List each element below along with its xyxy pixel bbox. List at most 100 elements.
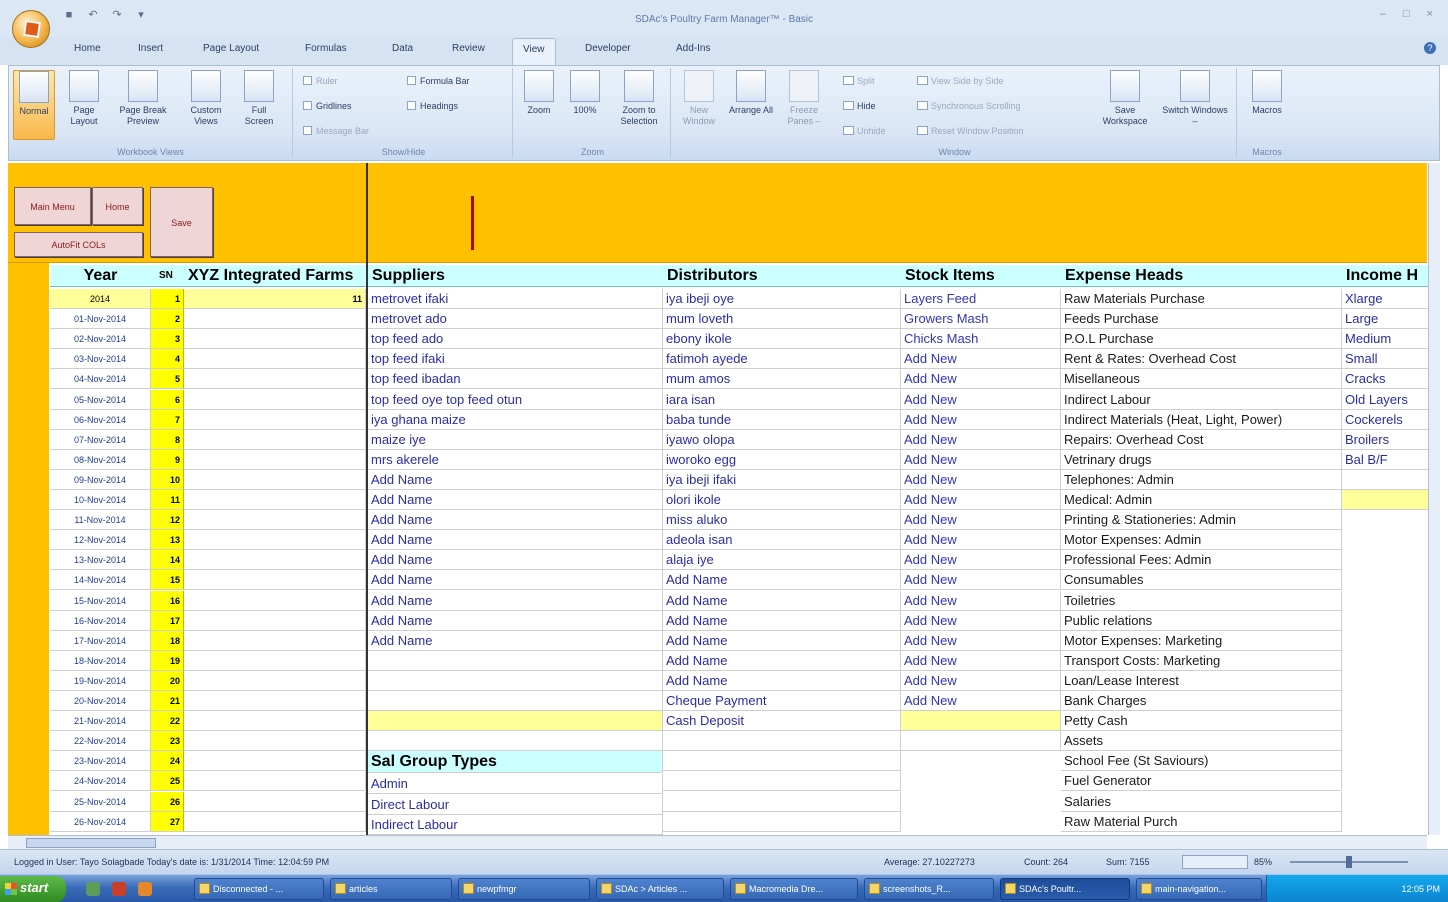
empty-cell[interactable] bbox=[184, 409, 366, 430]
distributor-cell[interactable]: Add Name bbox=[663, 670, 901, 691]
synchronous-scrolling-button[interactable]: Synchronous Scrolling bbox=[917, 101, 1021, 111]
expense-head-cell[interactable]: Consumables bbox=[1061, 570, 1342, 591]
date-cell[interactable]: 19-Nov-2014 bbox=[50, 670, 151, 691]
empty-cell[interactable] bbox=[184, 771, 366, 792]
date-cell[interactable]: 04-Nov-2014 bbox=[50, 369, 151, 390]
tab-formulas[interactable]: Formulas bbox=[305, 43, 347, 54]
sal-group-item[interactable]: Indirect Labour bbox=[368, 814, 663, 835]
date-cell[interactable]: 06-Nov-2014 bbox=[50, 409, 151, 430]
distributor-cell[interactable]: iyawo olopa bbox=[663, 429, 901, 450]
distributor-cell[interactable]: ebony ikole bbox=[663, 329, 901, 350]
stock-item-cell[interactable]: Add New bbox=[901, 389, 1061, 410]
empty-cell[interactable] bbox=[663, 731, 901, 752]
stock-item-cell[interactable]: Add New bbox=[901, 590, 1061, 611]
main-menu-button[interactable]: Main Menu bbox=[14, 187, 91, 225]
income-head-cell[interactable]: Medium bbox=[1342, 329, 1428, 350]
stock-item-cell[interactable]: Add New bbox=[901, 610, 1061, 631]
supplier-cell[interactable]: Add Name bbox=[368, 469, 663, 490]
taskbar-item[interactable]: newpfmgr bbox=[458, 878, 590, 900]
date-cell[interactable]: 15-Nov-2014 bbox=[50, 590, 151, 611]
supplier-cell[interactable]: top feed ifaki bbox=[368, 349, 663, 370]
col-header-stock-items[interactable]: Stock Items bbox=[901, 265, 1061, 287]
distributor-cell[interactable]: iworoko egg bbox=[663, 449, 901, 470]
scroll-thumb[interactable] bbox=[26, 838, 156, 848]
income-head-cell[interactable]: Cockerels bbox=[1342, 410, 1428, 430]
expense-head-cell[interactable]: Raw Materials Purchase bbox=[1061, 289, 1342, 309]
zoom-slider-handle[interactable] bbox=[1346, 856, 1352, 868]
expense-head-cell[interactable]: Indirect Labour bbox=[1061, 389, 1342, 410]
start-button[interactable]: start bbox=[0, 876, 66, 902]
stock-item-cell[interactable]: Add New bbox=[901, 650, 1061, 671]
col-header-suppliers[interactable]: Suppliers bbox=[368, 265, 663, 287]
supplier-cell[interactable]: Add Name bbox=[368, 510, 663, 531]
empty-cell[interactable] bbox=[901, 711, 1061, 732]
empty-cell[interactable] bbox=[184, 590, 366, 611]
distributor-cell[interactable]: adeola isan bbox=[663, 530, 901, 551]
distributor-cell[interactable]: iara isan bbox=[663, 389, 901, 410]
freeze-panes-button[interactable]: Freeze Panes – bbox=[779, 70, 829, 127]
expense-head-cell[interactable]: Printing & Stationeries: Admin bbox=[1061, 510, 1342, 531]
empty-cell[interactable] bbox=[184, 791, 366, 812]
supplier-cell[interactable]: Add Name bbox=[368, 590, 663, 611]
date-cell[interactable]: 22-Nov-2014 bbox=[50, 731, 151, 752]
sn-cell[interactable]: 5 bbox=[151, 369, 184, 390]
expense-head-cell[interactable]: Repairs: Overhead Cost bbox=[1061, 429, 1342, 450]
help-icon[interactable]: ? bbox=[1424, 42, 1436, 54]
quicklaunch-icon[interactable] bbox=[138, 882, 152, 896]
distributor-cell[interactable]: Add Name bbox=[663, 570, 901, 591]
date-cell[interactable]: 21-Nov-2014 bbox=[50, 711, 151, 732]
distributor-cell[interactable]: baba tunde bbox=[663, 409, 901, 430]
distributor-cell[interactable]: Add Name bbox=[663, 650, 901, 671]
page-break-preview-button[interactable]: Page Break Preview bbox=[111, 70, 175, 127]
tab-view[interactable]: View bbox=[512, 38, 556, 65]
expense-head-cell[interactable]: Public relations bbox=[1061, 610, 1342, 631]
empty-cell[interactable] bbox=[663, 791, 901, 812]
supplier-cell[interactable]: Add Name bbox=[368, 490, 663, 510]
sn-cell[interactable]: 12 bbox=[151, 510, 184, 531]
distributor-cell[interactable]: olori ikole bbox=[663, 490, 901, 510]
date-cell[interactable]: 16-Nov-2014 bbox=[50, 610, 151, 631]
date-cell[interactable]: 13-Nov-2014 bbox=[50, 550, 151, 571]
autofit-cols-button[interactable]: AutoFit COLs bbox=[14, 232, 143, 257]
empty-cell[interactable] bbox=[184, 369, 366, 390]
tab-add-ins[interactable]: Add-Ins bbox=[676, 43, 710, 54]
quicklaunch-icon[interactable] bbox=[112, 882, 126, 896]
distributor-cell[interactable]: mum loveth bbox=[663, 309, 901, 330]
income-head-cell[interactable]: Old Layers bbox=[1342, 390, 1428, 410]
sn-cell[interactable]: 19 bbox=[151, 650, 184, 671]
expense-head-cell[interactable]: Feeds Purchase bbox=[1061, 309, 1342, 330]
empty-cell[interactable] bbox=[184, 530, 366, 551]
empty-cell[interactable] bbox=[663, 751, 901, 772]
col-header-expense-heads[interactable]: Expense Heads bbox=[1061, 265, 1342, 287]
sn-cell[interactable]: 9 bbox=[151, 449, 184, 470]
supplier-cell[interactable]: Add Name bbox=[368, 530, 663, 551]
gridlines-checkbox[interactable]: Gridlines bbox=[303, 101, 352, 111]
sn-cell[interactable]: 6 bbox=[151, 389, 184, 410]
sal-group-item[interactable]: Admin bbox=[368, 774, 663, 795]
sn-cell[interactable]: 16 bbox=[151, 590, 184, 611]
stock-item-cell[interactable]: Growers Mash bbox=[901, 309, 1061, 330]
sn-cell[interactable]: 20 bbox=[151, 670, 184, 691]
taskbar-item[interactable]: articles bbox=[330, 878, 452, 900]
ruler-checkbox[interactable]: Ruler bbox=[303, 76, 338, 86]
stock-item-cell[interactable]: Add New bbox=[901, 369, 1061, 390]
supplier-cell[interactable]: mrs akerele bbox=[368, 449, 663, 470]
date-cell[interactable]: 05-Nov-2014 bbox=[50, 389, 151, 410]
supplier-cell[interactable]: metrovet ifaki bbox=[368, 289, 663, 309]
taskbar-item[interactable]: SDAc > Articles ... bbox=[596, 878, 724, 900]
expense-head-cell[interactable]: Toiletries bbox=[1061, 590, 1342, 611]
distributor-cell[interactable]: Cash Deposit bbox=[663, 711, 901, 732]
sn-cell[interactable]: 26 bbox=[151, 791, 184, 812]
empty-cell[interactable] bbox=[368, 731, 663, 752]
supplier-cell[interactable]: metrovet ado bbox=[368, 309, 663, 330]
empty-cell[interactable] bbox=[368, 670, 663, 691]
arrange-all-button[interactable]: Arrange All bbox=[727, 70, 775, 116]
date-cell[interactable]: 12-Nov-2014 bbox=[50, 530, 151, 551]
new-window-button[interactable]: New Window bbox=[677, 70, 721, 127]
distributor-cell[interactable]: fatimoh ayede bbox=[663, 349, 901, 370]
expense-head-cell[interactable]: Rent & Rates: Overhead Cost bbox=[1061, 349, 1342, 370]
tab-insert[interactable]: Insert bbox=[138, 43, 163, 54]
empty-cell[interactable] bbox=[1342, 490, 1428, 510]
sn-cell[interactable]: 21 bbox=[151, 691, 184, 711]
stock-item-cell[interactable]: Add New bbox=[901, 691, 1061, 711]
